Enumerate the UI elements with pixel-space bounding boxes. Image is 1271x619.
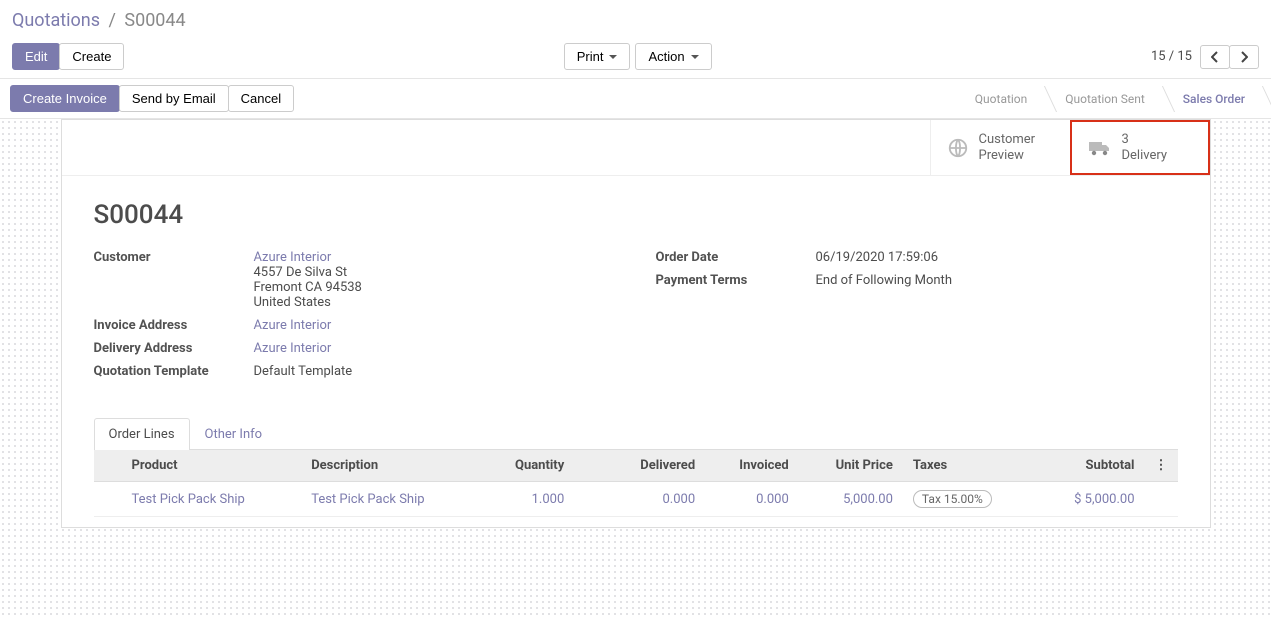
breadcrumb-parent[interactable]: Quotations xyxy=(12,10,100,31)
order-date-value: 06/19/2020 17:59:06 xyxy=(816,250,1178,265)
payment-terms-value: End of Following Month xyxy=(816,273,1178,288)
cell-delivered: 0.000 xyxy=(604,482,705,517)
breadcrumb-separator: / xyxy=(108,10,115,31)
stat-label: Preview xyxy=(979,148,1036,164)
stat-label: Delivery xyxy=(1122,148,1168,164)
col-taxes: Taxes xyxy=(903,450,1036,482)
breadcrumb: Quotations / S00044 xyxy=(0,0,1271,35)
col-delivered: Delivered xyxy=(604,450,705,482)
status-sales-order[interactable]: Sales Order xyxy=(1161,86,1261,112)
label-customer: Customer xyxy=(94,250,254,310)
cell-quantity: 1.000 xyxy=(481,482,574,517)
label-order-date: Order Date xyxy=(656,250,816,265)
cancel-button[interactable]: Cancel xyxy=(228,85,294,112)
col-invoiced: Invoiced xyxy=(705,450,799,482)
address-line: 4557 De Silva St xyxy=(254,265,616,280)
delivery-address-link[interactable]: Azure Interior xyxy=(254,341,616,356)
status-bar: Quotation Quotation Sent Sales Order xyxy=(953,86,1261,112)
globe-icon xyxy=(947,137,969,159)
status-quotation[interactable]: Quotation xyxy=(953,86,1043,112)
action-toolbar: Create Invoice Send by Email Cancel Quot… xyxy=(0,79,1271,119)
pager-prev-button[interactable] xyxy=(1200,45,1230,69)
cell-unit-price: 5,000.00 xyxy=(799,482,903,517)
delivery-button[interactable]: 3 Delivery xyxy=(1070,120,1210,175)
status-quotation-sent[interactable]: Quotation Sent xyxy=(1043,86,1161,112)
tab-other-info[interactable]: Other Info xyxy=(190,418,278,450)
pager-next-button[interactable] xyxy=(1229,45,1259,69)
col-quantity: Quantity xyxy=(481,450,574,482)
col-subtotal: Subtotal xyxy=(1036,450,1144,482)
pager-text: 15 / 15 xyxy=(1151,49,1192,64)
stat-value: 3 xyxy=(1122,132,1168,148)
order-lines-table: Product Description Quantity Delivered I… xyxy=(94,450,1178,517)
customer-preview-button[interactable]: Customer Preview xyxy=(930,120,1070,175)
label-quotation-template: Quotation Template xyxy=(94,364,254,379)
chevron-left-icon xyxy=(1211,51,1219,63)
col-product: Product xyxy=(122,450,302,482)
page-title: S00044 xyxy=(94,200,1178,230)
send-by-email-button[interactable]: Send by Email xyxy=(119,85,229,112)
truck-icon xyxy=(1088,139,1112,157)
print-dropdown[interactable]: Print xyxy=(564,43,631,70)
cell-product[interactable]: Test Pick Pack Ship xyxy=(122,482,302,517)
form-sheet: Customer Preview 3 Delivery S00044 Cu xyxy=(61,119,1211,528)
caret-down-icon xyxy=(691,55,699,59)
table-row[interactable]: Test Pick Pack Ship Test Pick Pack Ship … xyxy=(94,482,1178,517)
cell-description[interactable]: Test Pick Pack Ship xyxy=(301,482,481,517)
breadcrumb-current: S00044 xyxy=(124,10,185,31)
create-button[interactable]: Create xyxy=(59,43,124,70)
col-description: Description xyxy=(301,450,481,482)
stat-label: Customer xyxy=(979,132,1036,148)
chevron-right-icon xyxy=(1240,51,1248,63)
tabs: Order Lines Other Info xyxy=(94,417,1178,450)
quotation-template-value: Default Template xyxy=(254,364,616,379)
address-line: Fremont CA 94538 xyxy=(254,280,616,295)
action-dropdown[interactable]: Action xyxy=(635,43,711,70)
tax-badge: Tax 15.00% xyxy=(913,490,992,508)
cell-subtotal: $ 5,000.00 xyxy=(1036,482,1144,517)
label-payment-terms: Payment Terms xyxy=(656,273,816,288)
create-invoice-button[interactable]: Create Invoice xyxy=(10,85,120,112)
label-delivery-address: Delivery Address xyxy=(94,341,254,356)
stat-button-row: Customer Preview 3 Delivery xyxy=(62,120,1210,176)
edit-button[interactable]: Edit xyxy=(12,43,60,70)
col-unit-price: Unit Price xyxy=(799,450,903,482)
main-toolbar: Edit Create Print Action 15 / 15 xyxy=(0,35,1271,79)
address-line: United States xyxy=(254,295,616,310)
tab-order-lines[interactable]: Order Lines xyxy=(94,418,190,450)
customer-link[interactable]: Azure Interior xyxy=(254,250,616,265)
caret-down-icon xyxy=(609,55,617,59)
col-options[interactable]: ⋮ xyxy=(1145,450,1178,482)
invoice-address-link[interactable]: Azure Interior xyxy=(254,318,616,333)
cell-invoiced: 0.000 xyxy=(705,482,799,517)
label-invoice-address: Invoice Address xyxy=(94,318,254,333)
cell-taxes: Tax 15.00% xyxy=(903,482,1036,517)
